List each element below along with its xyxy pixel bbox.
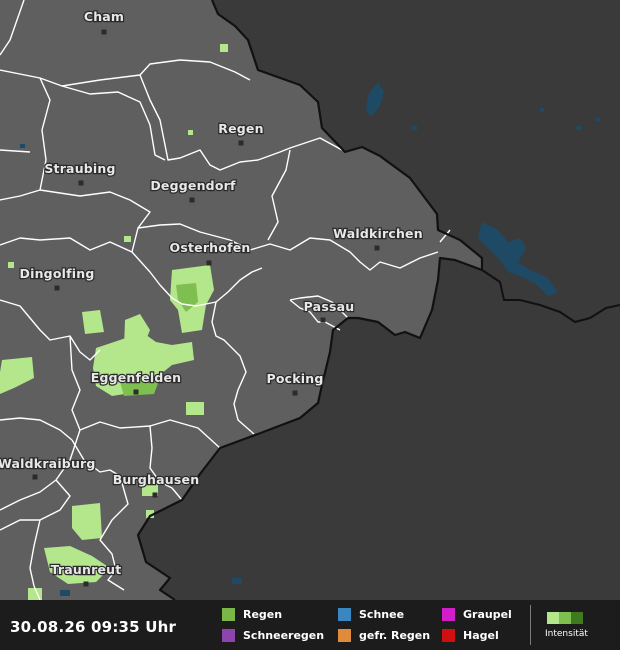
city-marker-cham — [101, 29, 107, 35]
weather-radar-map-view: Cham Regen Straubing Deggendorf Osterhofen Wa… — [0, 0, 620, 650]
city-marker-burghausen — [152, 492, 158, 498]
rain-cell — [220, 44, 228, 52]
legend-label: Schneeregen — [243, 628, 325, 642]
pond — [576, 126, 582, 130]
pond — [540, 108, 544, 112]
intensity-label: Intensität — [545, 629, 588, 639]
intensity-swatch-low — [547, 612, 559, 624]
intensity-swatch-medium — [559, 612, 571, 624]
pond — [60, 590, 70, 596]
city-marker-traunreut — [83, 581, 89, 587]
legend-swatch — [338, 607, 351, 621]
legend-item-schneeregen: Schneeregen — [222, 627, 324, 643]
city-marker-waldkraiburg — [32, 474, 38, 480]
legend-item-hagel: Hagel — [442, 627, 499, 643]
legend-item-regen: Regen — [222, 606, 282, 622]
rain-cell — [188, 130, 193, 135]
legend-swatch — [222, 628, 235, 642]
city-label-straubing: Straubing — [44, 161, 115, 176]
legend-swatch — [442, 607, 455, 621]
city-label-deggendorf: Deggendorf — [150, 178, 236, 193]
city-label-osterhofen: Osterhofen — [170, 240, 251, 255]
legend-item-gefr-regen: gefr. Regen — [338, 627, 430, 643]
legend-item-graupel: Graupel — [442, 606, 512, 622]
pond — [412, 126, 417, 130]
city-label-dingolfing: Dingolfing — [20, 266, 95, 281]
pond — [20, 144, 25, 148]
legend-divider — [530, 605, 531, 645]
city-label-cham: Cham — [84, 9, 124, 24]
city-label-waldkirchen: Waldkirchen — [333, 226, 423, 241]
city-marker-waldkirchen — [374, 245, 380, 251]
city-label-waldkraiburg: Waldkraiburg — [0, 456, 96, 471]
legend-label: Graupel — [463, 607, 512, 621]
radar-map[interactable]: Cham Regen Straubing Deggendorf Osterhofen Wa… — [0, 0, 620, 650]
pond — [232, 578, 242, 584]
legend-label: Hagel — [463, 628, 499, 642]
legend-label: gefr. Regen — [359, 628, 431, 642]
legend-label: Schnee — [359, 607, 405, 621]
city-label-burghausen: Burghausen — [113, 472, 200, 487]
city-label-passau: Passau — [304, 299, 355, 314]
intensity-swatch-high — [571, 612, 583, 624]
city-marker-straubing — [78, 180, 84, 186]
city-label-traunreut: Traunreut — [51, 562, 122, 577]
city-label-regen: Regen — [218, 121, 263, 136]
city-label-pocking: Pocking — [266, 371, 323, 386]
pond — [596, 118, 600, 121]
rain-cell — [124, 236, 131, 242]
legend-label: Regen — [243, 607, 283, 621]
city-marker-osterhofen — [206, 260, 212, 266]
legend-swatch — [442, 628, 455, 642]
city-marker-pocking — [292, 390, 298, 396]
city-label-eggenfelden: Eggenfelden — [91, 370, 182, 385]
city-marker-deggendorf — [189, 197, 195, 203]
radar-timestamp: 30.08.26 09:35 Uhr — [10, 618, 177, 636]
intensity-scale — [547, 612, 583, 624]
legend-swatch — [222, 607, 235, 621]
rain-cell — [8, 262, 14, 268]
legend-swatch — [338, 628, 351, 642]
legend-bar: 30.08.26 09:35 Uhr Regen Schneeregen Schne… — [0, 600, 620, 650]
city-marker-eggenfelden — [133, 389, 139, 395]
city-marker-passau — [320, 317, 326, 323]
city-marker-regen — [238, 140, 244, 146]
legend-item-schnee: Schnee — [338, 606, 404, 622]
rain-cell — [186, 402, 204, 415]
city-marker-dingolfing — [54, 285, 60, 291]
